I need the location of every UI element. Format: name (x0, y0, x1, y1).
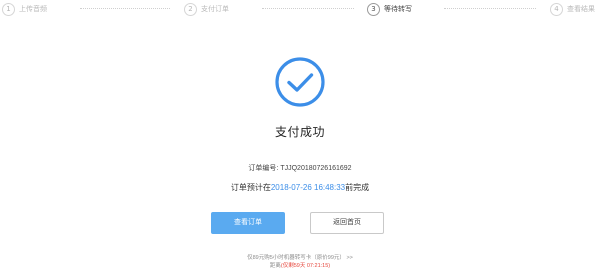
step-upload-audio: 1 上传音频 (2, 2, 47, 16)
step-pay-order: 2 支付订单 (184, 2, 229, 16)
countdown-timer: (仅剩59天 07:21:15) (280, 263, 331, 269)
estimate-time: 2018-07-26 16:48:33 (270, 183, 346, 192)
promo-countdown-line: 距离(仅剩59天 07:21:15) (0, 262, 600, 270)
promo-link-arrow[interactable]: >> (346, 255, 352, 261)
promo-offer-text[interactable]: 仅89元购5小时机器转写卡（原价99元） (247, 255, 345, 261)
step-label: 上传音频 (19, 6, 47, 13)
step-await-transcription: 3 等待转写 (367, 2, 412, 16)
step-number: 3 (367, 2, 380, 16)
step-number: 2 (184, 2, 197, 16)
view-order-button[interactable]: 查看订单 (211, 212, 285, 234)
step-label: 等待转写 (384, 6, 412, 13)
promo-banner: 仅89元购5小时机器转写卡（原价99元） >> 距离(仅剩59天 07:21:1… (0, 254, 600, 270)
order-number-label: 订单编号: (248, 165, 279, 172)
promo-line[interactable]: 仅89元购5小时机器转写卡（原价99元） >> (0, 254, 600, 262)
step-number: 4 (550, 2, 563, 16)
step-divider (80, 8, 170, 9)
countdown-prefix: 距离 (269, 263, 281, 269)
check-circle-icon (274, 56, 326, 108)
order-number-value: TJJQ20180726161692 (280, 165, 352, 172)
completion-estimate: 订单预计在2018-07-26 16:48:33前完成 (0, 182, 600, 193)
step-divider (444, 8, 536, 9)
step-number: 1 (2, 2, 15, 16)
step-divider (262, 8, 354, 9)
page-title: 支付成功 (274, 125, 325, 139)
back-home-button[interactable]: 返回首页 (310, 212, 384, 234)
order-number-line: 订单编号: TJJQ20180726161692 (0, 163, 600, 173)
estimate-prefix: 订单预计在 (230, 183, 271, 192)
step-view-result: 4 查看结果 (550, 2, 595, 16)
estimate-suffix: 前完成 (345, 183, 370, 192)
step-label: 查看结果 (567, 6, 595, 13)
step-label: 支付订单 (201, 6, 229, 13)
progress-stepper: 1 上传音频 2 支付订单 3 等待转写 4 查看结果 (0, 0, 600, 20)
